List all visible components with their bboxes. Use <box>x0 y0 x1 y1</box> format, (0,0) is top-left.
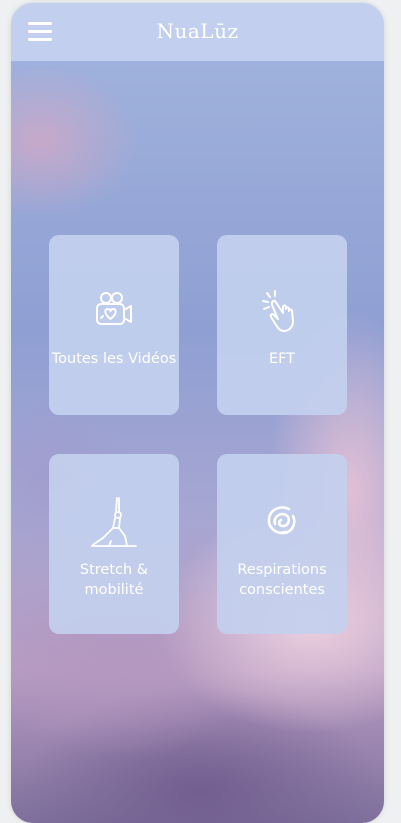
tile-label: Toutes les Vidéos <box>51 351 177 367</box>
app-header: NuaLūz <box>11 3 384 61</box>
spiral-breath-icon <box>217 504 347 542</box>
tile-label-line1: Respirations <box>237 562 327 578</box>
yoga-pose-icon <box>49 496 179 552</box>
tapping-hand-icon <box>217 289 347 337</box>
video-camera-heart-icon <box>49 291 179 331</box>
tile-label-line2: conscientes <box>239 582 325 598</box>
phone-frame: NuaLūz Toutes les Vidéos EFT Stretch & m… <box>11 3 384 823</box>
tile-label: EFT <box>268 351 296 367</box>
tile-label-line1: Stretch & <box>79 562 149 578</box>
tile-label-line2: mobilité <box>84 582 144 598</box>
tile-eft[interactable]: EFT <box>217 235 347 415</box>
sky-background <box>11 61 384 823</box>
tile-conscious-breathing[interactable]: Respirations conscientes <box>217 454 347 634</box>
brand-logo: NuaLūz <box>156 19 239 43</box>
tile-stretch-mobility[interactable]: Stretch & mobilité <box>49 454 179 634</box>
tile-all-videos[interactable]: Toutes les Vidéos <box>49 235 179 415</box>
